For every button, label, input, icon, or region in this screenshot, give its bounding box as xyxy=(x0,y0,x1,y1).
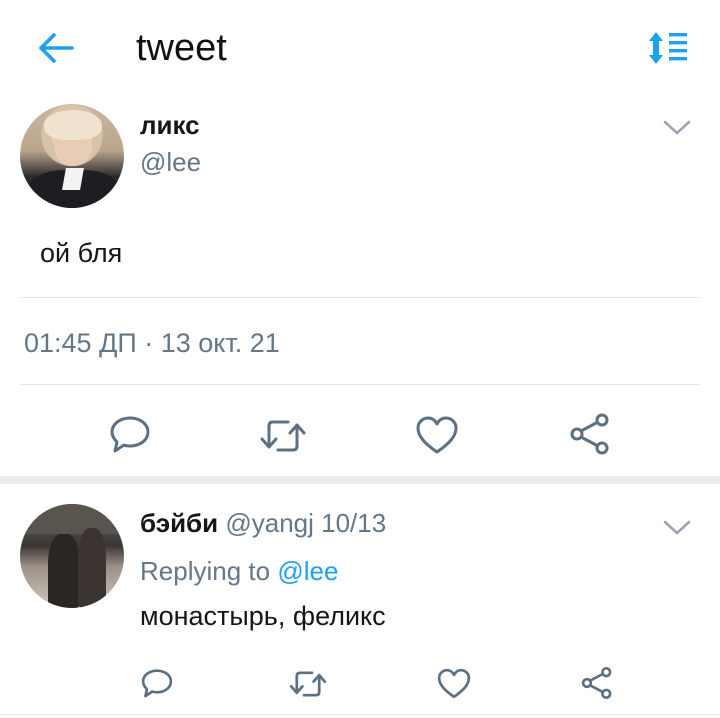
reply-avatar[interactable] xyxy=(20,504,124,608)
reply-share-button[interactable] xyxy=(580,666,614,705)
top-bar: tweet xyxy=(0,0,720,96)
retweet-icon xyxy=(289,671,327,697)
avatar-hair-shape xyxy=(44,110,102,140)
share-button[interactable] xyxy=(568,412,612,461)
divider xyxy=(20,297,700,298)
avatar-background-shape xyxy=(20,504,124,534)
replying-to-label: Replying to xyxy=(140,556,271,586)
share-icon xyxy=(581,667,612,699)
reply-retweet-button[interactable] xyxy=(288,668,328,705)
replying-to-mention[interactable]: @lee xyxy=(277,556,338,586)
divider xyxy=(20,384,700,385)
sort-list-icon xyxy=(649,32,687,64)
retweet-icon xyxy=(260,420,306,452)
author-handle[interactable]: @lee xyxy=(140,147,201,178)
back-button[interactable] xyxy=(36,30,76,66)
avatar[interactable] xyxy=(20,104,124,208)
tweet-text: ой бля xyxy=(40,238,123,268)
divider xyxy=(0,714,720,715)
tweet-menu-button[interactable] xyxy=(662,118,692,138)
heart-icon xyxy=(437,668,471,699)
reply-handle-date[interactable]: @yangj 10/13 xyxy=(225,508,386,538)
avatar-figure-shape xyxy=(48,534,80,608)
page-title: tweet xyxy=(136,27,227,69)
arrow-left-icon xyxy=(39,33,74,63)
avatar-figure-shape xyxy=(78,528,106,608)
tweet-timestamp: 01:45 ДП · 13 окт. 21 xyxy=(24,328,280,358)
share-icon xyxy=(570,413,609,455)
chevron-down-icon xyxy=(663,520,691,535)
reply-menu-button[interactable] xyxy=(662,518,692,538)
heart-icon xyxy=(416,416,458,454)
reply-text: монастырь, феликс xyxy=(140,601,386,631)
reply-reply-button[interactable] xyxy=(140,666,174,705)
reply-icon xyxy=(110,416,150,453)
author-name[interactable]: ликс xyxy=(140,110,200,141)
reply-header: бэйби @yangj 10/13 xyxy=(140,508,386,539)
replying-to: Replying to @lee xyxy=(140,556,338,587)
reply-button[interactable] xyxy=(108,412,152,461)
like-button[interactable] xyxy=(414,414,460,461)
reply-author-name[interactable]: бэйби xyxy=(140,508,218,538)
retweet-button[interactable] xyxy=(258,416,308,461)
reply-icon xyxy=(141,669,173,698)
chevron-down-icon xyxy=(663,120,691,135)
section-divider xyxy=(0,476,720,484)
reply-like-button[interactable] xyxy=(436,667,472,705)
sort-button[interactable] xyxy=(646,30,690,66)
